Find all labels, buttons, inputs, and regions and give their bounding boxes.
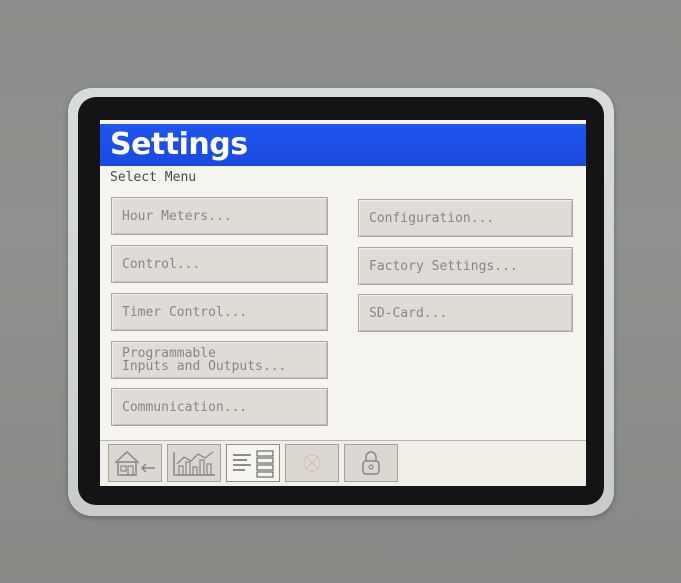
configuration-button[interactable]: Configuration...: [358, 199, 573, 237]
lock-icon: [362, 451, 380, 475]
factory-settings-label: Factory Settings...: [369, 258, 518, 274]
communication-button[interactable]: Communication...: [111, 388, 328, 426]
chart-tab[interactable]: [167, 444, 221, 482]
factory-settings-button[interactable]: Factory Settings...: [358, 247, 573, 285]
page-title: Settings: [110, 127, 248, 162]
sd-card-label: SD-Card...: [369, 305, 448, 321]
bottom-nav-bar: [100, 440, 586, 486]
hour-meters-button[interactable]: Hour Meters...: [111, 197, 328, 235]
sd-card-button[interactable]: SD-Card...: [358, 294, 573, 332]
alarm-icon: [303, 454, 321, 472]
display-screen: Settings Select Menu Hour Meters... Cont…: [100, 120, 586, 486]
home-back-icon: [114, 450, 155, 476]
communication-label: Communication...: [122, 399, 248, 415]
configuration-label: Configuration...: [369, 210, 495, 226]
timer-control-label: Timer Control...: [122, 304, 248, 320]
programmable-io-label-line2: Inputs and Outputs...: [122, 359, 287, 374]
page-subtitle: Select Menu: [110, 170, 197, 185]
lock-tab[interactable]: [344, 444, 398, 482]
chart-icon: [173, 451, 215, 476]
alarm-tab[interactable]: [285, 444, 339, 482]
home-tab[interactable]: [108, 444, 162, 482]
control-button[interactable]: Control...: [111, 245, 328, 283]
timer-control-button[interactable]: Timer Control...: [111, 293, 328, 331]
control-label: Control...: [122, 256, 201, 272]
title-bar: Settings: [100, 124, 586, 166]
hour-meters-label: Hour Meters...: [122, 208, 232, 224]
menu-list-icon: [233, 450, 274, 478]
menu-tab[interactable]: [226, 444, 280, 482]
programmable-io-button[interactable]: Programmable Inputs and Outputs...: [111, 341, 328, 379]
